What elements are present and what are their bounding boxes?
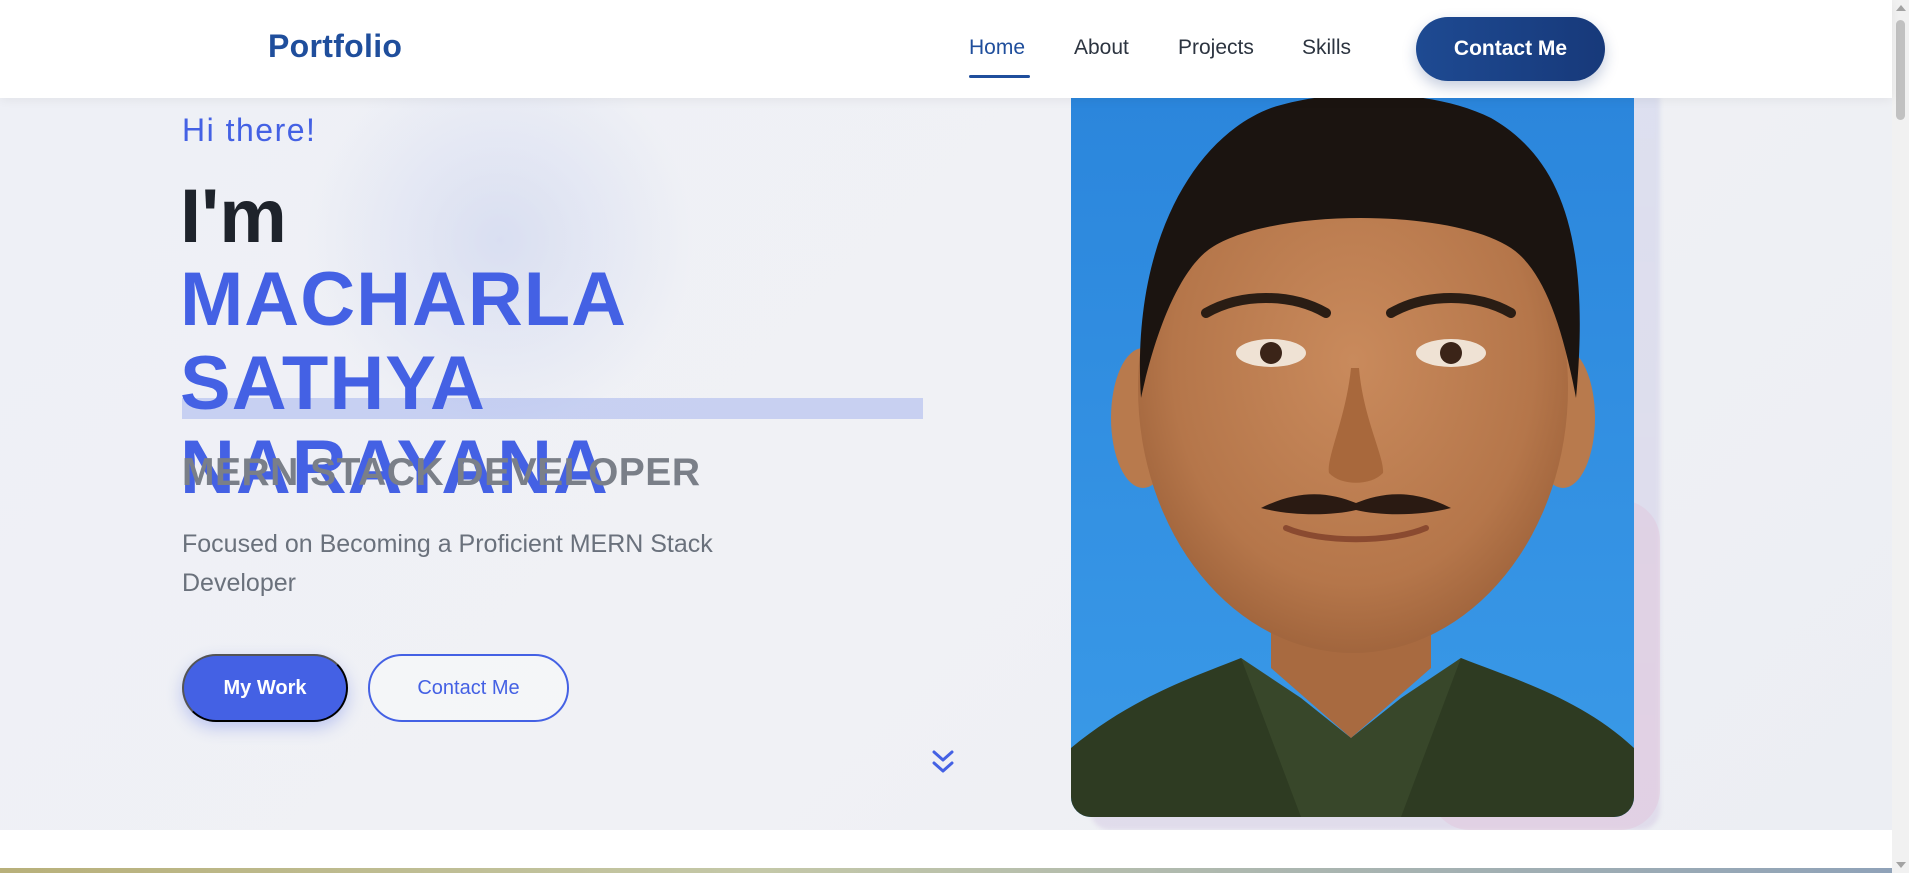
profile-photo: [1071, 98, 1634, 817]
contact-me-outline-button[interactable]: Contact Me: [368, 654, 569, 722]
role-title: MERN STACK DEVELOPER: [182, 451, 701, 494]
name-line-1: MACHARLA SATHYA: [180, 257, 625, 426]
double-chevron-down-icon[interactable]: [930, 748, 956, 778]
scroll-down-arrow-icon[interactable]: [1896, 862, 1906, 868]
page-scrollbar[interactable]: [1892, 0, 1909, 873]
active-nav-indicator: [969, 75, 1030, 78]
hero-section: Hi there! I'm MACHARLA SATHYA NARAYANA M…: [0, 0, 1892, 830]
greeting-text: Hi there!: [182, 112, 317, 148]
nav-link-skills[interactable]: Skills: [1302, 36, 1351, 60]
tagline-text: Focused on Becoming a Proficient MERN St…: [182, 530, 713, 597]
scrollbar-thumb[interactable]: [1896, 20, 1905, 120]
nav-link-projects[interactable]: Projects: [1178, 36, 1254, 60]
nav-link-home[interactable]: Home: [969, 36, 1025, 60]
nav-contact-me-button[interactable]: Contact Me: [1416, 17, 1605, 81]
next-section-preview: [0, 868, 1892, 873]
intro-heading: I'm: [180, 174, 287, 259]
scroll-up-arrow-icon[interactable]: [1896, 5, 1906, 11]
nav-link-about[interactable]: About: [1074, 36, 1129, 60]
portfolio-page: Hi there! I'm MACHARLA SATHYA NARAYANA M…: [0, 0, 1909, 873]
my-work-button[interactable]: My Work: [182, 654, 348, 722]
brand-logo-text[interactable]: Portfolio: [268, 28, 402, 65]
top-navbar: Portfolio Home About Projects Skills Con…: [0, 0, 1892, 98]
